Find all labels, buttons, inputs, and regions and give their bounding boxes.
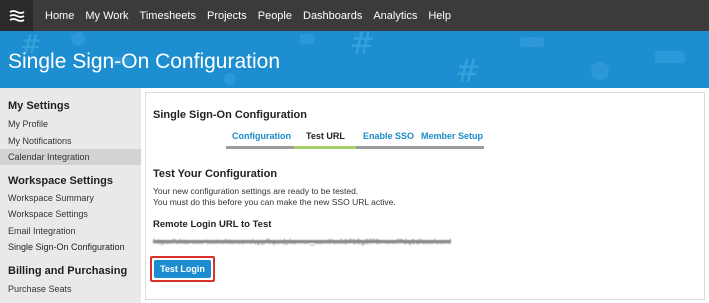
top-nav-bar: Home My Work Timesheets Projects People … [0, 0, 709, 31]
svg-text:#: # [455, 54, 480, 88]
tab-configuration[interactable]: Configuration [232, 131, 291, 141]
instruction-line-1: Your new configuration settings are read… [153, 186, 359, 196]
test-configuration-heading: Test Your Configuration [153, 168, 278, 180]
remote-login-url-label: Remote Login URL to Test [153, 219, 272, 230]
sidebar-heading-my-settings: My Settings [8, 100, 70, 112]
tab-enable-sso[interactable]: Enable SSO [363, 131, 414, 141]
nav-dashboards[interactable]: Dashboards [303, 10, 362, 22]
sidebar-item-email-integration[interactable]: Email Integration [8, 226, 76, 236]
remote-login-url-value[interactable]: https://okta-sso-test.okta.com/app/liqui… [153, 237, 513, 246]
nav-projects[interactable]: Projects [207, 10, 247, 22]
page-title: Single Sign-On Configuration [153, 109, 307, 121]
content-panel [145, 92, 705, 300]
tab-test-url[interactable]: Test URL [306, 131, 345, 141]
sidebar-heading-workspace-settings: Workspace Settings [8, 175, 113, 187]
sidebar-item-my-notifications[interactable]: My Notifications [8, 136, 72, 146]
tab-active-underline [294, 146, 356, 149]
banner-title: Single Sign-On Configuration [8, 50, 280, 73]
page-banner: # # # Single Sign-On Configuration [0, 31, 709, 88]
nav-analytics[interactable]: Analytics [373, 10, 417, 22]
sidebar-item-purchase-seats[interactable]: Purchase Seats [8, 284, 72, 294]
nav-my-work[interactable]: My Work [85, 10, 128, 22]
sidebar-item-workspace-settings[interactable]: Workspace Settings [8, 209, 88, 219]
nav-people[interactable]: People [258, 10, 292, 22]
nav-home[interactable]: Home [45, 10, 74, 22]
sidebar-heading-billing: Billing and Purchasing [8, 265, 128, 277]
app-logo-icon[interactable] [0, 0, 33, 31]
test-login-button[interactable]: Test Login [154, 260, 211, 278]
nav-help[interactable]: Help [428, 10, 451, 22]
tab-member-setup[interactable]: Member Setup [421, 131, 483, 141]
nav-timesheets[interactable]: Timesheets [140, 10, 196, 22]
sidebar-item-my-profile[interactable]: My Profile [8, 119, 48, 129]
sidebar-item-calendar-integration[interactable]: Calendar Integration [8, 152, 90, 162]
instruction-line-2: You must do this before you can make the… [153, 197, 396, 207]
sidebar-item-workspace-summary[interactable]: Workspace Summary [8, 193, 94, 203]
step-tabs: Configuration Test URL Enable SSO Member… [226, 131, 486, 149]
svg-text:#: # [350, 31, 375, 61]
sidebar-item-sso-configuration[interactable]: Single Sign-On Configuration [8, 242, 125, 252]
